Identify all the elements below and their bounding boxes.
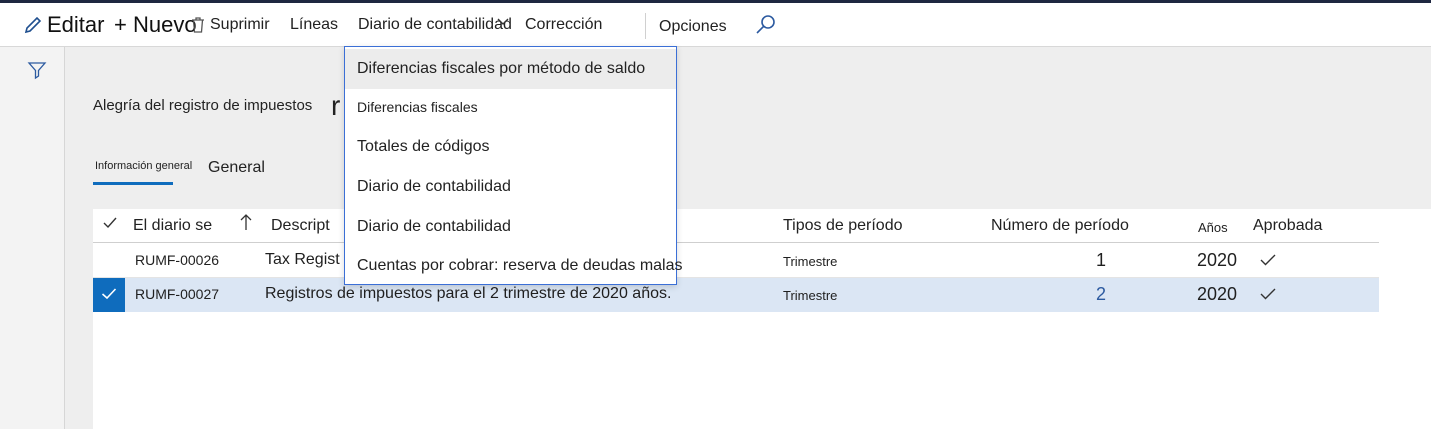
delete-label: Suprimir (210, 15, 270, 33)
active-tab-indicator (93, 182, 173, 185)
table-row[interactable]: RUMF-00027 Registros de impuestos para e… (93, 278, 1379, 312)
edit-label: Editar (47, 11, 105, 37)
journal-cell: RUMF-00026 (135, 252, 220, 268)
checkmark-icon (102, 215, 118, 231)
trash-icon (190, 16, 206, 34)
ledger-label: Diario de contabilidad (358, 15, 512, 33)
select-all-checkbox[interactable] (102, 215, 118, 231)
action-pane: Editar + Nuevo Suprimir Líneas Diario de… (0, 3, 1431, 47)
search-icon (754, 13, 778, 37)
description-cell: Tax Regist (265, 251, 340, 268)
menu-item-tax-differences-balance[interactable]: Diferencias fiscales por método de saldo (345, 49, 676, 89)
description-cell: Registros de impuestos para el 2 trimest… (265, 285, 672, 302)
record-title: r (331, 90, 341, 121)
arrow-up-icon (240, 213, 252, 231)
chevron-down-icon (496, 17, 510, 27)
year-cell: 2020 (1197, 250, 1238, 270)
search-button[interactable] (754, 3, 778, 46)
toolbar-divider (645, 13, 646, 39)
header-divider (93, 242, 1379, 243)
column-header-description[interactable]: Descript (271, 217, 330, 235)
delete-button[interactable]: Suprimir (190, 3, 270, 46)
row-select-checkbox[interactable] (93, 278, 125, 312)
page-title: Alegría del registro de impuestos (93, 97, 313, 114)
correction-label: Corrección (525, 15, 603, 33)
ledger-menu-button[interactable]: Diario de contabilidad (358, 3, 512, 46)
column-header-year[interactable]: Años (1198, 220, 1228, 235)
approved-check-icon (1259, 253, 1277, 272)
menu-item-ledger-1[interactable]: Diario de contabilidad (345, 167, 676, 207)
correction-button[interactable]: Corrección (525, 3, 602, 46)
options-button[interactable]: Opciones (659, 5, 727, 48)
approved-check-icon (1259, 287, 1277, 306)
options-label: Opciones (659, 17, 727, 35)
column-header-period-number[interactable]: Número de período (991, 217, 1129, 235)
left-rail (0, 47, 65, 429)
lines-label: Líneas (290, 15, 339, 33)
journal-cell: RUMF-00027 (135, 286, 220, 302)
ledger-dropdown-menu: Diferencias fiscales por método de saldo… (344, 46, 683, 286)
menu-item-bad-debt-reserve[interactable]: Cuentas por cobrar: reserva de deudas ma… (345, 246, 683, 286)
period-number-cell: 1 (1096, 250, 1107, 270)
filter-icon (27, 60, 47, 80)
menu-item-ledger-2[interactable]: Diario de contabilidad (345, 207, 676, 247)
column-header-period-type[interactable]: Tipos de período (783, 217, 902, 235)
menu-item-tax-differences[interactable]: Diferencias fiscales (345, 87, 676, 127)
year-cell: 2020 (1197, 284, 1238, 304)
lines-button[interactable]: Líneas (290, 3, 338, 46)
table-row[interactable]: RUMF-00026 Tax Regist Trimestre 1 2020 (93, 244, 1379, 278)
pencil-icon (22, 14, 44, 36)
period-number-cell: 2 (1096, 284, 1107, 304)
tab-general[interactable]: General (208, 159, 265, 177)
sort-button[interactable] (240, 213, 252, 231)
checkmark-icon (101, 287, 117, 301)
period-type-cell: Trimestre (783, 254, 838, 269)
tab-general-info[interactable]: Información general (95, 160, 192, 172)
new-label: + Nuevo (114, 11, 197, 37)
filter-button[interactable] (27, 60, 47, 80)
new-button[interactable]: + Nuevo (114, 3, 197, 46)
journal-grid: El diario se Descript Tipos de período N… (93, 209, 1431, 429)
column-header-journal[interactable]: El diario se (133, 217, 212, 235)
column-header-approved[interactable]: Aprobada (1253, 217, 1322, 235)
edit-button[interactable]: Editar (22, 3, 104, 46)
period-type-cell: Trimestre (783, 288, 838, 303)
menu-item-code-totals[interactable]: Totales de códigos (345, 127, 676, 167)
